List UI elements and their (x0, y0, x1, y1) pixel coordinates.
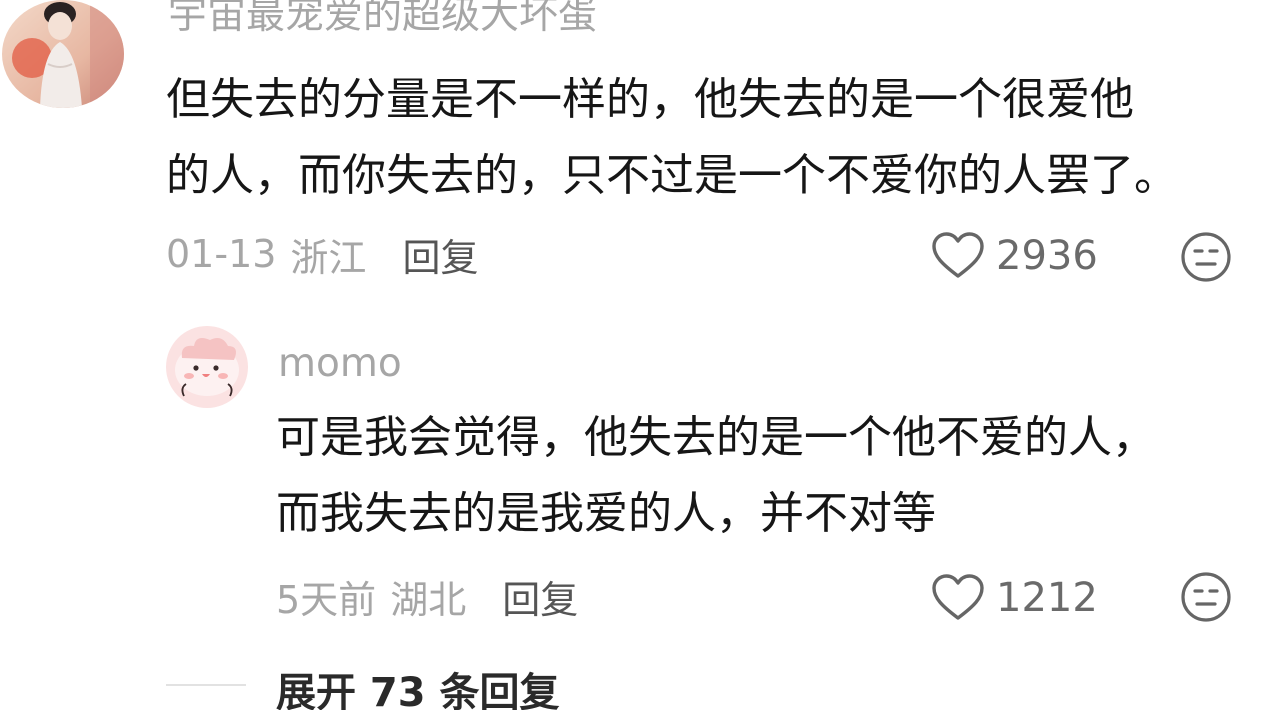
comment-thread: 宇宙最宠爱的超级大坏蛋 但失去的分量是不一样的，他失去的是一个很爱他 的人，而你… (0, 0, 1282, 710)
reply-like-count: 1212 (996, 575, 1098, 621)
reply-location: 湖北 (390, 577, 467, 622)
reply-reply-button[interactable]: 回复 (502, 569, 578, 624)
like-button[interactable]: 2936 (930, 230, 1098, 282)
reply-date: 5天前 (276, 577, 377, 622)
comment-location: 浙江 (290, 235, 367, 280)
comment-text-line: 但失去的分量是不一样的，他失去的是一个很爱他 (166, 74, 1134, 125)
like-count: 2936 (996, 233, 1098, 279)
avatar[interactable] (2, 0, 124, 108)
comment-text: 但失去的分量是不一样的，他失去的是一个很爱他 的人，而你失去的，只不过是一个不爱… (166, 62, 1178, 214)
expand-divider (166, 684, 246, 686)
neutral-face-icon (1180, 231, 1232, 283)
reply-meta: 5天前 湖北 回复 (276, 572, 578, 622)
reply-text-line: 可是我会觉得，他失去的是一个他不爱的人， (276, 412, 1156, 463)
heart-outline-icon (930, 573, 986, 623)
reply-avatar[interactable] (166, 326, 248, 408)
reply-text-line: 而我失去的是我爱的人，并不对等 (276, 488, 936, 539)
reply-dislike-button[interactable] (1180, 571, 1232, 623)
comment-meta: 01-13 浙江 回复 (166, 230, 478, 280)
comment-username[interactable]: 宇宙最宠爱的超级大坏蛋 (168, 0, 597, 35)
reply-username[interactable]: momo (278, 344, 402, 383)
comment-date: 01-13 (166, 232, 277, 276)
reply-text: 可是我会觉得，他失去的是一个他不爱的人， 而我失去的是我爱的人，并不对等 (276, 400, 1156, 552)
dislike-button[interactable] (1180, 231, 1232, 283)
heart-outline-icon (930, 231, 986, 281)
neutral-face-icon (1180, 571, 1232, 623)
comment-text-line: 的人，而你失去的，只不过是一个不爱你的人罢了。 (166, 150, 1178, 201)
reply-button[interactable]: 回复 (402, 227, 478, 282)
expand-replies-button[interactable]: 展开 73 条回复 (276, 660, 560, 710)
reply-like-button[interactable]: 1212 (930, 572, 1098, 624)
